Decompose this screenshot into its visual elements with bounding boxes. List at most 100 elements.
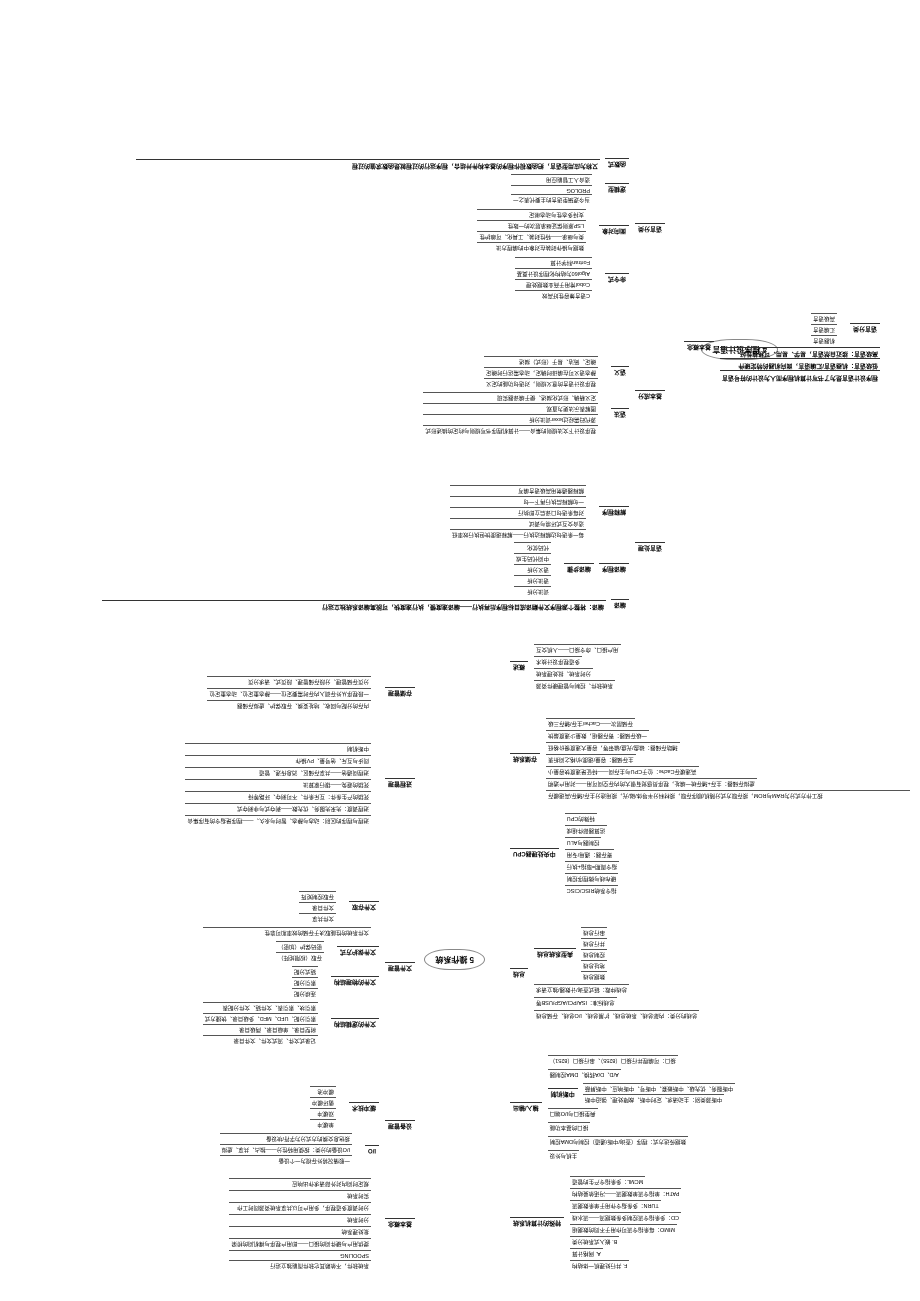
leaf: 硬布线与微程序控制 xyxy=(565,873,619,883)
leaf: 并行总线 xyxy=(581,938,607,948)
mindmap-operating-system: 5 操作系统 基本概念 系统软件，不依赖其它软件而能独立运行 SPOOLING … xyxy=(30,640,890,1270)
leaf: 对每条语句口译后立即执行 xyxy=(450,507,586,517)
leaf: 词法分析 xyxy=(514,586,551,596)
bus-types-label: 典型系统总线 xyxy=(534,949,576,960)
leaf: 高速缓存Cache：位于CPU与主存间——特征是速度快容量小 xyxy=(546,766,699,776)
leaf: PROLOG xyxy=(511,185,592,193)
leaf: 典型接口与I/O端口 xyxy=(548,1108,598,1118)
leaf: 一句解释后执行再下一句 xyxy=(450,496,586,506)
leaf: 又称为应用型语言，把函数视作程序的基本构件并组合，程序运行的过程就是函数求值的过… xyxy=(136,159,600,169)
branch-basic-components: 基本成分 语法 程序设计下文法规则的集合——计算机程序书写规则与约定的描述形式 … xyxy=(423,356,665,435)
branch-device-mgmt: 设备管理 I/O 一般情况将外存视为一个设备 I/O设备的分类：按使用特性分——… xyxy=(220,1086,415,1165)
branch-process-mgmt: 进程管理 进程与程序的区别：动态与静态、暂时与永久、——程序是指令的有序集合 进… xyxy=(185,743,415,825)
sub-label: 语言分类 xyxy=(850,323,880,334)
branch-overview: 概述 系统软件、控制与管理硬件资源 分时系统、批处理系统 多道程序设计技术 用户… xyxy=(510,644,629,690)
leaf: 语法分析 xyxy=(514,575,551,585)
leaf: 存取（权限矩阵） xyxy=(276,952,324,962)
leaf: 文件系统的性能取决于存储的效率和可靠性 xyxy=(203,927,371,937)
leaf: 控制总线 xyxy=(581,949,607,959)
leaf: 密码保护（加密） xyxy=(276,941,324,951)
leaf: 分时系统 xyxy=(229,1214,371,1224)
logical-structure-label: 文件的逻辑结构 xyxy=(331,1018,379,1029)
leaf: 单缓冲 xyxy=(310,1119,336,1129)
leaf: 控制器与ALU xyxy=(565,837,602,847)
leaf: 树型目录、单级目录、两级目录 xyxy=(203,1024,318,1034)
leaf: 数据传送方式：程序（查询/中断/通道）控制与DMA控制 xyxy=(548,1136,688,1146)
leaf: 虚拟存储器：主存+辅存统一编址，程序员感觉有很大的内存空间可用——对用户透明 xyxy=(546,778,757,788)
leaf: 解释器通常用高级语言编写 xyxy=(450,485,586,495)
leaf: 进程调度：先来先服务、优先数——剥夺式与非剥夺式 xyxy=(185,803,371,813)
leaf: 程序设计语言的意义规则，对语句功能的定义 xyxy=(484,378,598,388)
branch-label: 概述 xyxy=(510,662,528,673)
leaf: C语言兼容性好高效 xyxy=(515,290,592,300)
leaf: 低级语言：机器语言/汇编语言，面向机器的特定硬件 xyxy=(720,358,880,368)
file-access-label: 文件存取 xyxy=(349,902,379,913)
leaf: 高级语言：接近自然语言，易学、易用、可移植性好 xyxy=(720,347,880,357)
leaf: 串行总线 xyxy=(581,927,607,937)
leaf: F. 并行处理机一体结构 xyxy=(570,1260,629,1270)
leaf: A. 网格计算 xyxy=(570,1248,603,1258)
leaf: 中断服务、优先级、中断嵌套、中断号、中断响应、中断屏蔽 xyxy=(583,1083,736,1093)
leaf: 系统软件，不依赖其它软件而能独立运行 xyxy=(229,1260,371,1270)
interpret-label: 解释程序 xyxy=(599,507,629,518)
branch-cpu: 中央处理器CPU 指令系统RISC/CISC 硬布线与微程序控制 指令周期=取指… xyxy=(510,813,627,895)
leaf: 适合人工智能应用 xyxy=(511,174,592,184)
leaf: 死锁的产生条件：互斥条件、不可剥夺、环路等待 xyxy=(185,791,371,801)
leaf: 文件目录 xyxy=(299,902,336,912)
leaf: I/O设备的分类：按使用特性分——独占、共享、虚拟 xyxy=(220,1144,352,1154)
leaf: 数据总线 xyxy=(581,971,607,981)
leaf: PATH：单指令流单数据流——冯诺依曼结构 xyxy=(570,1188,681,1198)
leaf: 主存储器：容量/速度/价格之间折衷 xyxy=(546,754,636,764)
logic-label: 逻辑型 xyxy=(605,184,629,195)
leaf: 运算器部件组成 xyxy=(565,825,608,835)
leaf: 定义精确、形式化描述、便于编译器实现 xyxy=(423,392,598,402)
branch-special-systems: 特殊的计算机系统 F. 并行处理机一体结构 A. 网格计算 B. 嵌入式系统分类… xyxy=(510,1176,689,1270)
leaf: 语义分析 xyxy=(514,564,551,574)
leaf: 提供用户与硬件间的接口——即用户程序与裸机间的桥梁 xyxy=(229,1238,371,1248)
leaf: Fortran科学计算 xyxy=(515,257,592,267)
leaf: MIMO：每条指令流可作用于不同的数据组 xyxy=(570,1224,677,1234)
protect-label: 文件保护方式 xyxy=(337,946,379,957)
leaf: 指令周期=取指+执行 xyxy=(565,861,619,871)
leaf: 类与继承——特性封装、工具化、可维护性 xyxy=(477,231,586,241)
leaf: 进程间通信——共享存储区、消息传递、管道 xyxy=(185,767,371,777)
compile-steps-label: 编译步骤 xyxy=(564,564,594,575)
leaf: 源代码需经过lexer词法分析 xyxy=(423,414,598,424)
functional-label: 函数式 xyxy=(605,158,629,169)
leaf: 静态语义可在编译时确定，动态需运行时确定 xyxy=(484,367,598,377)
leaf: 特殊的CPU xyxy=(565,813,597,823)
branch-os-basic-concept: 基本概念 系统软件，不依赖其它软件而能独立运行 SPOOLING 提供用户与硬件… xyxy=(229,1178,415,1270)
leaf: 进程与程序的区别：动态与静态、暂时与永久、——程序是指令的有序集合 xyxy=(185,815,371,825)
leaf: 汇编语言 xyxy=(811,324,837,334)
compile-program-label: 编译程序 xyxy=(599,564,629,575)
interrupt-label: 中断机制 xyxy=(548,1088,578,1099)
syntax-label: 语法 xyxy=(611,408,629,419)
leaf: 连续分配 xyxy=(292,988,318,998)
leaf: 数据与操作封装在对象中的编程方法 xyxy=(477,242,586,252)
leaf: 分时系统、批处理系统 xyxy=(534,668,593,678)
branch-label: 进程管理 xyxy=(385,779,415,790)
branch-label: 设备管理 xyxy=(385,1120,415,1131)
leaf: 规定时间内对外部请求作出响应 xyxy=(229,1178,371,1188)
leaf: 机器语言 xyxy=(811,335,837,345)
branch-language-processing: 语言处理 编译 编译：将整个源程序文件翻译成目标程序后再执行——编译速度慢，执行… xyxy=(102,485,665,610)
center-node: 5 操作系统 xyxy=(424,949,485,970)
leaf: 中断源类别：主动请求、定时中断、故障处理、强迫中断 xyxy=(583,1094,725,1104)
leaf: 索引块、索引表、文件链、文件分配表 xyxy=(203,1002,318,1012)
leaf: 缓冲池 xyxy=(310,1086,336,1096)
leaf: CD：多条指令流控制多条数据流——流水线 xyxy=(570,1212,681,1222)
leaf: 实时系统 xyxy=(229,1190,371,1200)
leaf: 主机与外设 xyxy=(548,1150,580,1160)
branch-storage-mgmt: 存储管理 内存的分配与回收、地址变换、存取保护、虚拟存储器 一段程序从外存调入内… xyxy=(207,676,415,710)
leaf: 确定、简洁、易于（形式）描述 xyxy=(484,356,598,366)
semantic-label: 语义 xyxy=(611,367,629,378)
leaf: 辅助存储器：磁盘/光盘/磁带等，容量大速度慢价格低 xyxy=(546,742,680,752)
branch-label: 语言分类 xyxy=(635,224,665,235)
buffer-label: 缓冲技术 xyxy=(349,1102,379,1113)
branch-io: 输入/输出 主机与外设 数据传送方式：程序（查询/中断/通道）控制与DMA控制 … xyxy=(510,1055,743,1160)
leaf: 存储层次——Cache/主存/辅存三级 xyxy=(546,718,635,728)
leaf: LSP原则保证继承层次的一致性 xyxy=(477,220,586,230)
leaf: 程序设计下文法规则的集合——计算机程序书写规则与约定的描述形式 xyxy=(423,425,598,435)
leaf: 死锁的避免——银行家算法 xyxy=(185,779,371,789)
branch-label: 语言处理 xyxy=(635,542,665,553)
